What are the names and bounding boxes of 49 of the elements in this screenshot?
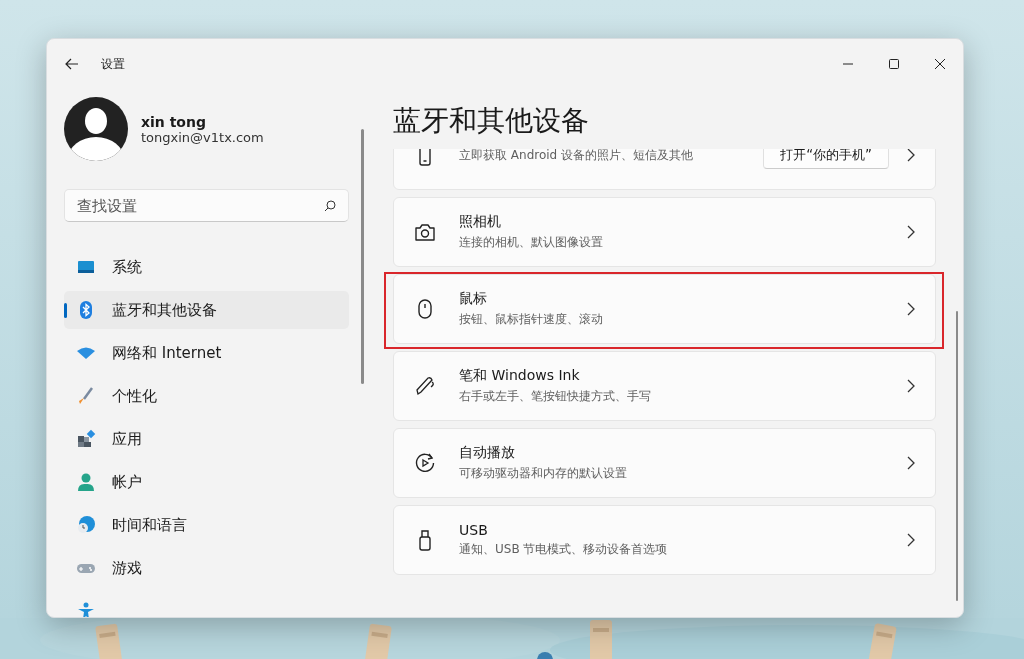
chevron-icon [907,456,915,470]
chevron-icon [907,379,915,393]
maximize-icon[interactable] [889,59,899,69]
nav-item[interactable]: 系统 [64,248,349,286]
setting-card[interactable]: USB 通知、USB 节电模式、移动设备首选项 [393,505,936,575]
camera-icon [414,221,436,243]
card-title: 照相机 [459,213,502,231]
brush-icon [76,386,96,406]
setting-card[interactable]: 笔和 Windows Ink 右手或左手、笔按钮快捷方式、手写 [393,351,936,421]
scrollbar[interactable] [361,129,364,384]
search-field[interactable]: 查找设置 [64,189,349,222]
card-title: 自动播放 [459,444,516,462]
chevron-icon [907,225,915,239]
chevron-icon [907,149,915,162]
chevron-icon [907,302,915,316]
nav-item[interactable]: 时间和语言 [64,506,349,544]
nav-item[interactable]: 网络和 Internet [64,334,349,372]
card-description: 按钮、鼠标指针速度、滚动 [459,311,604,328]
globe-clock-icon [76,515,96,535]
card-description: 立即获取 Android 设备的照片、短信及其他 [459,149,695,164]
card-title: 鼠标 [459,290,488,308]
close-icon[interactable] [935,59,945,69]
card-title: 笔和 Windows Ink [459,367,581,385]
setting-card[interactable]: 照相机 连接的相机、默认图像设置 [393,197,936,267]
user-email: tongxin@v1tx.com [141,129,264,145]
pen-icon [414,375,436,397]
card-description: 可移动驱动器和内存的默认设置 [459,465,628,482]
nav-item[interactable]: 游戏 [64,549,349,587]
chevron-icon [907,533,915,547]
setting-card[interactable]: 自动播放 可移动驱动器和内存的默认设置 [393,428,936,498]
page-title: 蓝牙和其他设备 [393,103,590,139]
back-arrow-icon[interactable] [65,57,79,71]
person-icon [76,472,96,492]
card-description: 通知、USB 节电模式、移动设备首选项 [459,541,669,558]
scrollbar[interactable] [956,311,958,601]
nav-item[interactable]: 应用 [64,420,349,458]
nav-item[interactable]: 蓝牙和其他设备 [64,291,349,329]
autoplay-icon [414,452,436,474]
accessibility-icon [76,601,96,617]
card-title: USB [459,522,489,538]
card-description: 连接的相机、默认图像设置 [459,234,604,251]
search-icon [324,200,336,212]
apps-icon [76,429,96,449]
nav-item[interactable]: 个性化 [64,377,349,415]
setting-card[interactable]: 鼠标 按钮、鼠标指针速度、滚动 [393,274,936,344]
user-name: xin tong [141,113,207,130]
nav-item[interactable]: 帐户 [64,463,349,501]
window-title: 设置 [101,55,125,73]
card-description: 右手或左手、笔按钮快捷方式、手写 [459,388,652,405]
